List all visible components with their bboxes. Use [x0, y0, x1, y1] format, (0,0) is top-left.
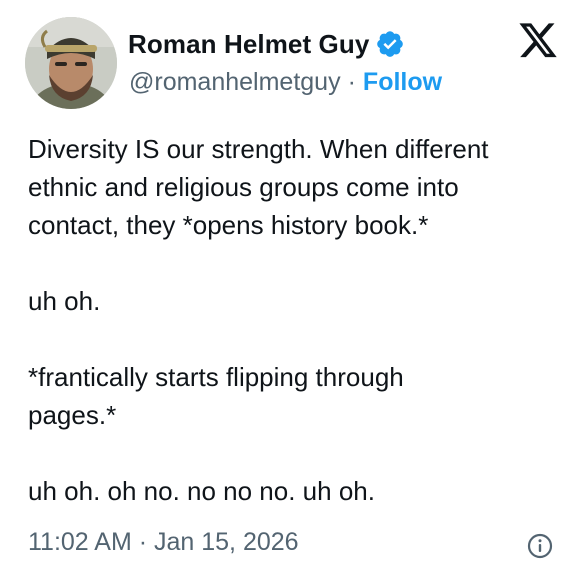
- tweet-embed-card: Roman Helmet Guy @romanhelmetguy · Follo…: [0, 0, 576, 578]
- author-name-row: Roman Helmet Guy: [128, 28, 405, 60]
- author-handle-row: @romanhelmetguy · Follow: [129, 67, 442, 97]
- x-logo-icon[interactable]: [517, 23, 559, 61]
- tweet-line: uh oh.: [28, 286, 101, 316]
- tweet-blank-line: [28, 320, 558, 358]
- display-name[interactable]: Roman Helmet Guy: [128, 29, 369, 60]
- tweet-blank-line: [28, 244, 558, 282]
- tweet-text: Diversity IS our strength. When differen…: [28, 130, 558, 510]
- info-icon[interactable]: [527, 533, 553, 559]
- tweet-timestamp[interactable]: 11:02 AM · Jan 15, 2026: [28, 528, 299, 557]
- tweet-line: *frantically starts flipping through: [28, 362, 404, 392]
- tweet-line: uh oh. oh no. no no no. uh oh.: [28, 476, 375, 506]
- tweet-line: ethnic and religious groups come into: [28, 172, 459, 202]
- author-handle[interactable]: @romanhelmetguy: [129, 68, 341, 97]
- tweet-line: contact, they *opens history book.*: [28, 210, 429, 240]
- tweet-line: pages.*: [28, 400, 117, 430]
- tweet-line: Diversity IS our strength. When differen…: [28, 134, 489, 164]
- avatar-image: [25, 17, 117, 109]
- tweet-blank-line: [28, 434, 558, 472]
- avatar[interactable]: [25, 17, 117, 109]
- verified-badge-icon: [375, 29, 405, 59]
- follow-button[interactable]: Follow: [363, 68, 442, 97]
- separator-dot: ·: [347, 67, 356, 96]
